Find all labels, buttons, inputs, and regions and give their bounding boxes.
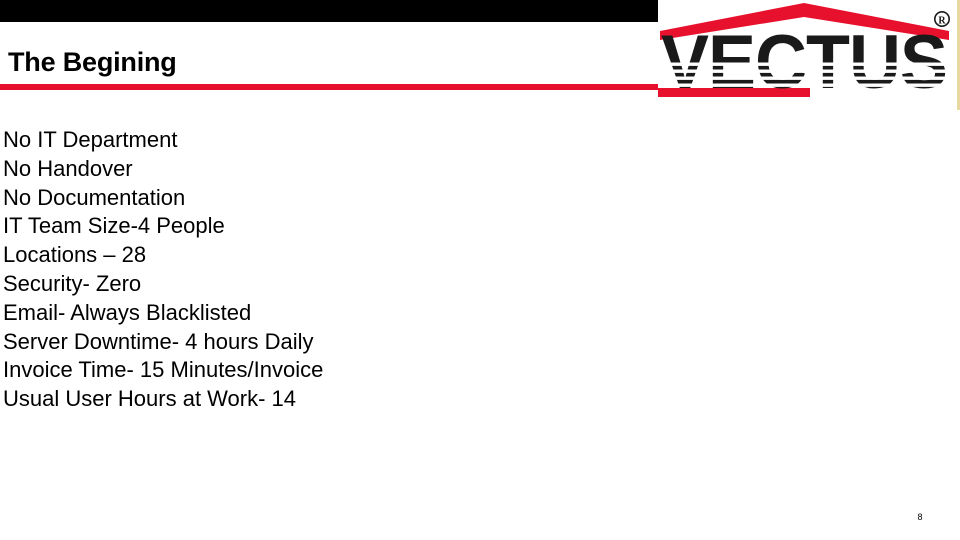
body-content-list: No IT Department No Handover No Document… [3, 126, 643, 414]
list-item: No Documentation [3, 184, 186, 210]
page-title: The Begining [8, 47, 177, 77]
vectus-logo-panel: VECTUS R [658, 0, 960, 110]
list-item: Email- Always Blacklisted [3, 299, 252, 325]
vectus-logo-icon: VECTUS R [658, 0, 957, 110]
svg-text:VECTUS: VECTUS [661, 20, 947, 105]
list-item: Server Downtime- 4 hours Daily [3, 328, 314, 354]
list-item: Usual User Hours at Work- 14 [3, 386, 297, 412]
top-black-bar [0, 0, 658, 22]
slide-canvas: The Begining No IT Department No Handove… [0, 0, 960, 540]
list-item: No Handover [3, 155, 133, 181]
svg-text:R: R [938, 15, 946, 26]
list-item: IT Team Size-4 People [3, 213, 225, 239]
list-item: No IT Department [3, 127, 178, 152]
clipped-footer-text [4, 534, 204, 540]
list-item: Invoice Time- 15 Minutes/Invoice [3, 357, 324, 383]
list-item: Security- Zero [3, 270, 142, 296]
page-number: 8 [917, 512, 923, 522]
logo-wordmark: VECTUS [661, 20, 948, 105]
list-item: Locations – 28 [3, 242, 147, 268]
